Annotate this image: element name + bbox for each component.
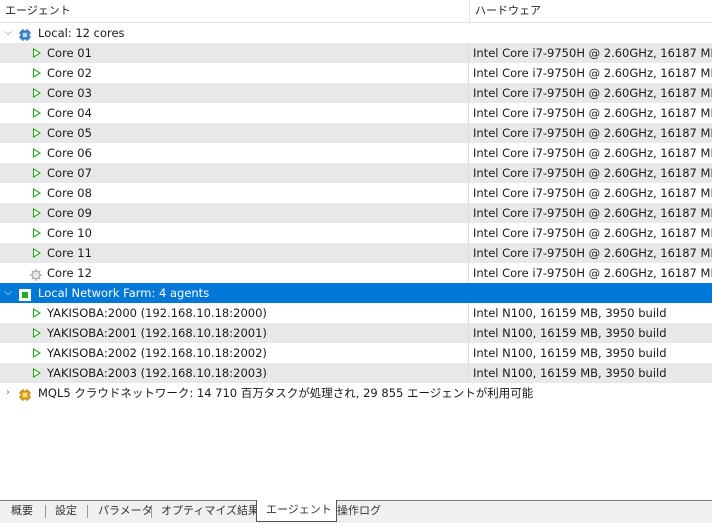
core-row[interactable]: Core 09 Intel Core i7-9750H @ 2.60GHz, 16…	[0, 203, 712, 223]
agent-name: YAKISOBA:2002 (192.168.10.18:2002)	[47, 346, 267, 360]
column-header-hardware[interactable]: ハードウェア	[469, 0, 712, 22]
table-header: エージェント ハードウェア	[0, 0, 712, 23]
core-hardware: Intel Core i7-9750H @ 2.60GHz, 16187 MB	[473, 266, 712, 280]
running-play-icon	[33, 248, 41, 258]
cloud-chip-icon	[19, 387, 31, 401]
bottom-tab-bar: 概要 設定 パラメータ オプティマイズ結果 エージェント 操作ログ	[0, 500, 712, 523]
agent-hardware: Intel N100, 16159 MB, 3950 build	[473, 366, 667, 380]
core-row[interactable]: Core 10 Intel Core i7-9750H @ 2.60GHz, 16…	[0, 223, 712, 243]
core-name: Core 03	[47, 86, 92, 100]
cloud-group-label: MQL5 クラウドネットワーク: 14 710 百万タスクが処理され, 29 8…	[38, 386, 534, 400]
tab-optimization-results[interactable]: オプティマイズ結果	[161, 501, 259, 521]
tab-journal[interactable]: 操作ログ	[337, 501, 381, 521]
running-play-icon	[33, 68, 41, 78]
running-play-icon	[33, 128, 41, 138]
agent-name: YAKISOBA:2003 (192.168.10.18:2003)	[47, 366, 267, 380]
core-hardware: Intel Core i7-9750H @ 2.60GHz, 16187 MB	[473, 186, 712, 200]
farm-agent-row[interactable]: YAKISOBA:2003 (192.168.10.18:2003) Intel …	[0, 363, 712, 383]
running-play-icon	[33, 108, 41, 118]
local-group-row[interactable]: ⌵ Local: 12 cores	[0, 23, 712, 43]
running-play-icon	[33, 208, 41, 218]
core-hardware: Intel Core i7-9750H @ 2.60GHz, 16187 MB	[473, 206, 712, 220]
network-farm-icon	[19, 287, 31, 301]
farm-group-row[interactable]: ⌵ Local Network Farm: 4 agents	[0, 283, 712, 303]
farm-agent-row[interactable]: YAKISOBA:2001 (192.168.10.18:2001) Intel …	[0, 323, 712, 343]
agent-hardware: Intel N100, 16159 MB, 3950 build	[473, 306, 667, 320]
cpu-chip-icon	[19, 27, 31, 41]
collapse-chevron-icon[interactable]: ⌵	[3, 283, 13, 303]
cloud-group-row[interactable]: › MQL5 クラウドネットワーク: 14 710 百万タスクが処理され, 29…	[0, 383, 712, 403]
farm-agent-row[interactable]: YAKISOBA:2002 (192.168.10.18:2002) Intel …	[0, 343, 712, 363]
running-play-icon	[33, 348, 41, 358]
core-hardware: Intel Core i7-9750H @ 2.60GHz, 16187 MB	[473, 86, 712, 100]
core-name: Core 12	[47, 266, 92, 280]
core-hardware: Intel Core i7-9750H @ 2.60GHz, 16187 MB	[473, 166, 712, 180]
running-play-icon	[33, 148, 41, 158]
tab-separator	[45, 505, 46, 518]
tab-separator	[87, 505, 88, 518]
core-name: Core 01	[47, 46, 92, 60]
core-name: Core 04	[47, 106, 92, 120]
farm-group-label: Local Network Farm: 4 agents	[38, 286, 210, 300]
column-header-agent[interactable]: エージェント	[0, 0, 468, 22]
expand-chevron-icon[interactable]: ›	[3, 383, 13, 403]
tab-settings[interactable]: 設定	[55, 501, 77, 521]
running-play-icon	[33, 368, 41, 378]
core-hardware: Intel Core i7-9750H @ 2.60GHz, 16187 MB	[473, 126, 712, 140]
core-hardware: Intel Core i7-9750H @ 2.60GHz, 16187 MB	[473, 46, 712, 60]
tab-agents[interactable]: エージェント	[256, 500, 337, 522]
running-play-icon	[33, 48, 41, 58]
agent-name: YAKISOBA:2001 (192.168.10.18:2001)	[47, 326, 267, 340]
running-play-icon	[33, 328, 41, 338]
core-row[interactable]: Core 08 Intel Core i7-9750H @ 2.60GHz, 16…	[0, 183, 712, 203]
core-hardware: Intel Core i7-9750H @ 2.60GHz, 16187 MB	[473, 66, 712, 80]
local-group-label: Local: 12 cores	[38, 26, 125, 40]
running-play-icon	[33, 228, 41, 238]
core-hardware: Intel Core i7-9750H @ 2.60GHz, 16187 MB	[473, 106, 712, 120]
collapse-chevron-icon[interactable]: ⌵	[3, 23, 13, 43]
farm-agent-row[interactable]: YAKISOBA:2000 (192.168.10.18:2000) Intel …	[0, 303, 712, 323]
agent-hardware: Intel N100, 16159 MB, 3950 build	[473, 346, 667, 360]
core-name: Core 08	[47, 186, 92, 200]
tab-separator	[151, 505, 152, 518]
tab-parameters[interactable]: パラメータ	[98, 501, 153, 521]
core-row[interactable]: Core 03 Intel Core i7-9750H @ 2.60GHz, 16…	[0, 83, 712, 103]
core-hardware: Intel Core i7-9750H @ 2.60GHz, 16187 MB	[473, 246, 712, 260]
core-name: Core 06	[47, 146, 92, 160]
core-name: Core 05	[47, 126, 92, 140]
core-row[interactable]: Core 06 Intel Core i7-9750H @ 2.60GHz, 16…	[0, 143, 712, 163]
running-play-icon	[33, 168, 41, 178]
core-name: Core 07	[47, 166, 92, 180]
core-hardware: Intel Core i7-9750H @ 2.60GHz, 16187 MB	[473, 146, 712, 160]
running-play-icon	[33, 308, 41, 318]
core-row[interactable]: Core 02 Intel Core i7-9750H @ 2.60GHz, 16…	[0, 63, 712, 83]
agent-hardware: Intel N100, 16159 MB, 3950 build	[473, 326, 667, 340]
core-row[interactable]: Core 12 Intel Core i7-9750H @ 2.60GHz, 16…	[0, 263, 712, 283]
core-row[interactable]: Core 05 Intel Core i7-9750H @ 2.60GHz, 16…	[0, 123, 712, 143]
tab-overview[interactable]: 概要	[11, 501, 33, 521]
core-name: Core 02	[47, 66, 92, 80]
idle-gear-icon	[30, 267, 42, 281]
core-name: Core 09	[47, 206, 92, 220]
running-play-icon	[33, 88, 41, 98]
core-name: Core 10	[47, 226, 92, 240]
core-row[interactable]: Core 07 Intel Core i7-9750H @ 2.60GHz, 16…	[0, 163, 712, 183]
running-play-icon	[33, 188, 41, 198]
core-hardware: Intel Core i7-9750H @ 2.60GHz, 16187 MB	[473, 226, 712, 240]
core-row[interactable]: Core 04 Intel Core i7-9750H @ 2.60GHz, 16…	[0, 103, 712, 123]
core-name: Core 11	[47, 246, 92, 260]
agent-name: YAKISOBA:2000 (192.168.10.18:2000)	[47, 306, 267, 320]
core-row[interactable]: Core 01 Intel Core i7-9750H @ 2.60GHz, 16…	[0, 43, 712, 63]
core-row[interactable]: Core 11 Intel Core i7-9750H @ 2.60GHz, 16…	[0, 243, 712, 263]
